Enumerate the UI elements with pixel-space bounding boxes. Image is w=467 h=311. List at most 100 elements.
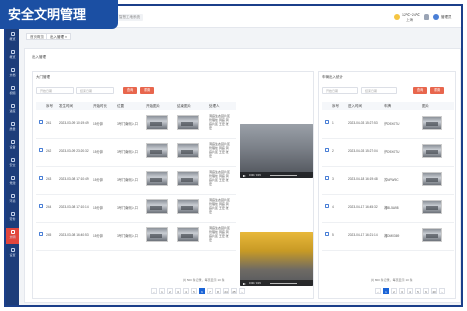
search-button[interactable]: 查询	[413, 87, 427, 94]
page-button[interactable]: 2	[391, 288, 397, 294]
sidebar-item-civilization[interactable]: 文明	[6, 228, 19, 244]
table-row[interactable]: 5 2023-04-17 16:21:14 湘DM0369	[322, 224, 454, 251]
end-date-input[interactable]: 结束日期	[76, 87, 114, 94]
page-button[interactable]: 24	[223, 288, 229, 294]
page-button[interactable]: 3	[399, 288, 405, 294]
table-row[interactable]: 245 2023-03-08 16:40:53 15分钟 3号门南侧入口 洞庭生…	[36, 224, 236, 251]
table-row[interactable]: 243 2023-03-08 17:10:49 15分钟 3号门南侧入口 洞庭生…	[36, 168, 236, 195]
sidebar-item-video[interactable]: 视频	[6, 84, 19, 100]
row-checkbox[interactable]	[39, 120, 43, 124]
video-frame	[240, 124, 313, 178]
row-checkbox[interactable]	[39, 176, 43, 180]
sidebar-item-quality[interactable]: 质量	[6, 120, 19, 136]
row-duration: 15分钟	[93, 150, 103, 154]
page-button[interactable]: 1	[159, 288, 165, 294]
row-time: 2023-03-09 23:20:32	[59, 149, 89, 153]
sidebar-item-settings[interactable]: 设置	[6, 246, 19, 262]
row-checkbox[interactable]	[39, 148, 43, 152]
page-button-active[interactable]: 6	[199, 288, 205, 294]
table-row[interactable]: 4 2023-04-17 16:45:32 湘BL5A98	[322, 196, 454, 223]
pagination: 共 500 条记录，每页显示 10 条	[183, 277, 261, 284]
row-checkbox[interactable]	[39, 232, 43, 236]
end-image[interactable]	[177, 143, 199, 158]
column-header: 处理人	[209, 104, 220, 108]
vehicle-image[interactable]	[422, 116, 442, 130]
video-player[interactable]: 0:00 / 0:15	[240, 124, 313, 178]
end-image[interactable]	[177, 115, 199, 130]
row-checkbox[interactable]	[325, 204, 329, 208]
table-row[interactable]: 242 2023-03-09 23:20:32 15分钟 3号门南侧入口 洞庭生…	[36, 140, 236, 167]
video-progress-bar[interactable]	[270, 282, 297, 284]
bell-icon[interactable]	[424, 14, 429, 20]
start-date-input[interactable]: 开始日期	[36, 87, 74, 94]
start-image[interactable]	[146, 199, 168, 214]
row-time: 2023-04-03 15:27:53	[348, 121, 378, 125]
page-button[interactable]: 4	[407, 288, 413, 294]
table-row[interactable]: 3 2023-04-18 16:19:48 苏NFW9C	[322, 168, 454, 195]
sidebar-item-environment[interactable]: 环境	[6, 192, 19, 208]
row-checkbox[interactable]	[325, 176, 329, 180]
prev-page-button[interactable]: ‹	[151, 288, 157, 294]
end-date-input[interactable]: 结束日期	[361, 87, 397, 94]
start-image[interactable]	[146, 227, 168, 242]
reset-button[interactable]: 重置	[140, 87, 154, 94]
row-checkbox[interactable]	[325, 120, 329, 124]
sidebar-item-overview-2[interactable]: 概览	[6, 48, 19, 64]
tab-home[interactable]: 首页概览	[26, 33, 48, 40]
end-image[interactable]	[177, 199, 199, 214]
vehicle-image[interactable]	[422, 172, 442, 186]
page-button[interactable]: 2	[167, 288, 173, 294]
table-row[interactable]: 2 2023-04-03 15:27:04 沪D9X0TU	[322, 140, 454, 167]
page-button[interactable]: 8	[215, 288, 221, 294]
end-image[interactable]	[177, 227, 199, 242]
sidebar-item-overview[interactable]: 概览	[6, 30, 19, 46]
play-icon[interactable]	[243, 174, 246, 177]
page-button[interactable]: 40	[431, 288, 437, 294]
sidebar-item-equipment[interactable]: 设备	[6, 138, 19, 154]
video-icon	[10, 86, 15, 90]
next-page-button[interactable]: ›	[239, 288, 245, 294]
row-checkbox[interactable]	[325, 232, 329, 236]
page-button[interactable]: 5	[191, 288, 197, 294]
reset-button[interactable]: 重置	[430, 87, 444, 94]
row-checkbox[interactable]	[39, 204, 43, 208]
system-tab[interactable]: 智慧工地系统	[116, 14, 143, 21]
user-menu[interactable]: 管理员	[424, 14, 458, 22]
vehicle-image[interactable]	[422, 228, 442, 242]
start-image[interactable]	[146, 171, 168, 186]
page-button[interactable]: 25	[231, 288, 237, 294]
page-button[interactable]: 7	[207, 288, 213, 294]
sidebar-item-safety[interactable]: 安全	[6, 156, 19, 172]
prev-page-button[interactable]: ‹	[375, 288, 381, 294]
start-date-input[interactable]: 开始日期	[322, 87, 358, 94]
search-button[interactable]: 查询	[123, 87, 137, 94]
end-image[interactable]	[177, 171, 199, 186]
table-row[interactable]: 244 2023-03-08 17:10:14 15分钟 3号门南侧入口 洞庭生…	[36, 196, 236, 223]
start-image[interactable]	[146, 143, 168, 158]
row-checkbox[interactable]	[325, 148, 329, 152]
avatar[interactable]	[433, 14, 439, 20]
row-id: 245	[46, 233, 52, 237]
sidebar-item-progress[interactable]: 进度	[6, 102, 19, 118]
user-name[interactable]: 管理员	[441, 15, 452, 20]
sidebar-item-labor[interactable]: 劳务	[6, 210, 19, 226]
sidebar-item-party[interactable]: 党建	[6, 174, 19, 190]
vehicle-image[interactable]	[422, 200, 442, 214]
page-button[interactable]: 5	[415, 288, 421, 294]
vehicle-image[interactable]	[422, 144, 442, 158]
leaf-icon	[10, 194, 15, 198]
page-button[interactable]: 6	[423, 288, 429, 294]
tab-access-management[interactable]: 出入管理 ×	[46, 33, 72, 40]
table-row[interactable]: 241 2023-03-09 10:19:49 15分钟 3号门南侧入口 洞庭生…	[36, 112, 236, 139]
row-id: 1	[332, 121, 334, 125]
table-row[interactable]: 1 2023-04-03 15:27:53 沪D9X0TU	[322, 112, 454, 139]
equipment-icon	[10, 140, 15, 144]
next-page-button[interactable]: ›	[439, 288, 445, 294]
page-button[interactable]: 4	[183, 288, 189, 294]
shield-icon	[10, 158, 15, 162]
page-button-active[interactable]: 1	[383, 288, 389, 294]
sidebar-item-documents[interactable]: 文档	[6, 66, 19, 82]
start-image[interactable]	[146, 115, 168, 130]
video-progress-bar[interactable]	[270, 174, 297, 176]
page-button[interactable]: 3	[175, 288, 181, 294]
